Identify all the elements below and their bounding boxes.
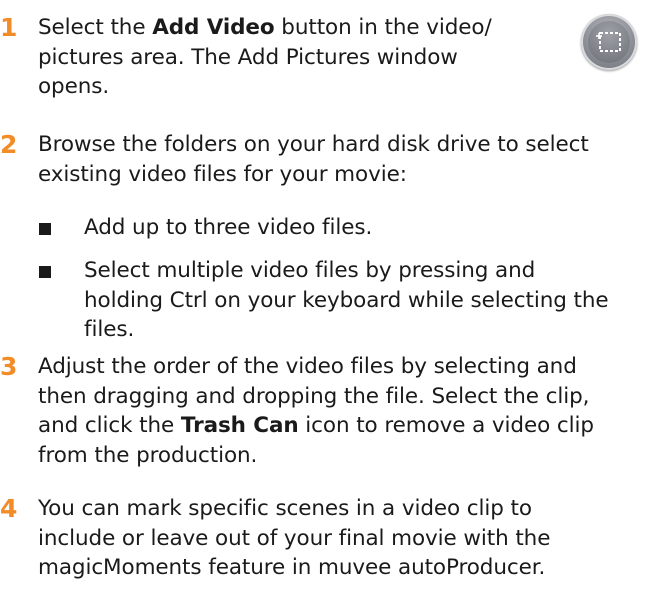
bullet-2-line-1: Select multiple video files by pressing … bbox=[84, 258, 536, 283]
step-3-line-3-after: icon to remove a video clip bbox=[298, 413, 594, 438]
step-1-line-1-before: Select the bbox=[38, 15, 153, 40]
step-4-line-3: magicMoments feature in muvee autoProduc… bbox=[38, 555, 546, 580]
step-3-line-1: Adjust the order of the video files by s… bbox=[38, 354, 577, 379]
step-2: 2 Browse the folders on your hard disk d… bbox=[0, 130, 589, 189]
bullet-2-line-3: files. bbox=[84, 317, 135, 342]
step-3-line-4: from the production. bbox=[38, 442, 258, 468]
trash-can-label: Trash Can bbox=[180, 413, 299, 438]
bullet-list: Select multiple video files by pressing … bbox=[0, 256, 609, 345]
bullet-2-line-2: holding Ctrl on your keyboard while sele… bbox=[84, 287, 609, 313]
step-number: 3 bbox=[0, 352, 18, 381]
bullet-1-line-1: Add up to three video files. bbox=[84, 215, 373, 240]
step-3-line-3-before: and click the bbox=[38, 413, 181, 438]
step-1-line-1-after: button in the video/ bbox=[274, 15, 492, 40]
step-number: 1 bbox=[0, 13, 18, 42]
bullet-marker bbox=[39, 223, 51, 235]
step-3-line-3: and click the Trash Can icon to remove a… bbox=[38, 411, 594, 441]
step-4-line-2: include or leave out of your final movie… bbox=[38, 525, 551, 551]
step-3-line-2: then dragging and dropping the file. Sel… bbox=[38, 383, 590, 409]
bullet-list: Add up to three video files. bbox=[0, 213, 372, 243]
step-2-line-1: Browse the folders on your hard disk dri… bbox=[38, 132, 589, 157]
step-3: 3 Adjust the order of the video files by… bbox=[0, 352, 594, 470]
bullet-item: Select multiple video files by pressing … bbox=[39, 256, 609, 345]
step-4: 4 You can mark specific scenes in a vide… bbox=[0, 494, 550, 583]
step-1-line-3: opens. bbox=[38, 74, 110, 99]
add-video-button[interactable] bbox=[581, 14, 637, 70]
step-4-line-1: You can mark specific scenes in a video … bbox=[38, 496, 532, 521]
step-1-line-1: Select the Add Video button in the video… bbox=[38, 13, 492, 43]
step-1: 1 Select the Add Video button in the vid… bbox=[0, 13, 492, 102]
bullet-item: Add up to three video files. bbox=[39, 213, 373, 243]
bullet-marker bbox=[39, 266, 51, 278]
step-number: 2 bbox=[0, 130, 18, 159]
add-video-icon bbox=[596, 32, 621, 52]
step-1-line-2: pictures area. The Add Pictures window bbox=[38, 44, 458, 70]
step-2-line-2: existing video files for your movie: bbox=[38, 161, 407, 187]
add-video-label: Add Video bbox=[152, 15, 275, 40]
step-number: 4 bbox=[0, 494, 18, 523]
